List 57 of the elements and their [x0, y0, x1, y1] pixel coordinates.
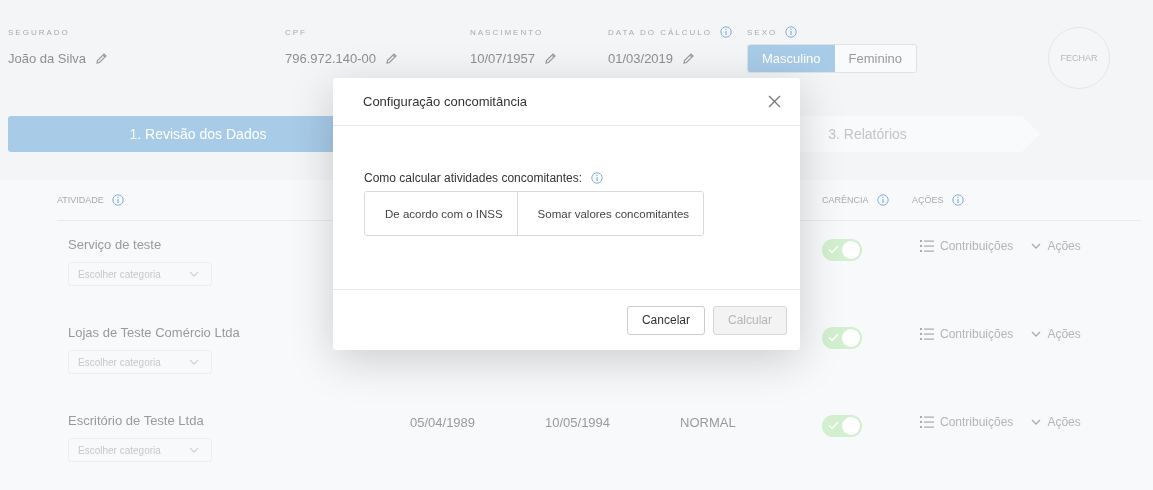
toggle-switch[interactable]	[822, 239, 862, 261]
column-header: AÇÕES	[912, 195, 944, 205]
info-icon	[591, 172, 604, 184]
question-label: Como calcular atividades concomitantes:	[364, 171, 583, 185]
column-header: ATIVIDADE	[57, 195, 104, 205]
field-value: 10/07/1957	[470, 50, 536, 66]
edit-icon[interactable]	[95, 51, 109, 65]
list-icon	[920, 328, 934, 340]
chevron-down-icon	[1031, 242, 1042, 250]
activity-name: Escritório de Teste Ltda	[68, 413, 205, 428]
check-icon	[828, 333, 839, 342]
chevron-down-icon	[189, 270, 199, 278]
table-cell-text: 10/05/1994	[545, 414, 612, 430]
check-icon	[828, 245, 839, 254]
check-icon	[828, 421, 839, 430]
toggle-switch[interactable]	[822, 327, 862, 349]
contributions-link[interactable]: Contribuições	[920, 327, 1014, 341]
contributions-link[interactable]: Contribuições	[920, 239, 1014, 253]
edit-icon[interactable]	[682, 51, 696, 65]
info-icon	[876, 194, 889, 206]
field-label: SEXO	[747, 27, 778, 37]
field-value: 01/03/2019	[608, 50, 674, 66]
field-value: João da Silva	[8, 50, 87, 66]
info-icon	[111, 194, 124, 206]
field-label: CPF	[285, 27, 307, 37]
field-label: SEGURADO	[8, 27, 70, 37]
field-value: 796.972.140-00	[285, 50, 377, 66]
column-header: CARÊNCIA	[822, 195, 869, 205]
chevron-down-icon	[189, 358, 199, 366]
edit-icon[interactable]	[544, 51, 558, 65]
contributions-link[interactable]: Contribuições	[920, 415, 1014, 429]
edit-icon[interactable]	[385, 51, 399, 65]
close-button[interactable]: FECHAR	[1048, 27, 1110, 89]
info-icon	[951, 194, 964, 206]
list-icon	[920, 240, 934, 252]
actions-dropdown[interactable]: Ações	[1031, 327, 1081, 341]
activity-name: Lojas de Teste Comércio Ltda	[68, 325, 241, 340]
dialog-button[interactable]: Cancelar	[626, 305, 705, 335]
chevron-down-icon	[189, 446, 199, 454]
chevron-down-icon	[1031, 418, 1042, 426]
sex-option[interactable]: Feminino	[834, 45, 916, 72]
field-label: DATA DO CÁLCULO	[608, 27, 712, 37]
field-label: NASCIMENTO	[470, 27, 544, 37]
table-cell-text: NORMAL	[680, 414, 737, 430]
close-icon[interactable]	[768, 95, 781, 108]
sex-option[interactable]: Masculino	[748, 45, 835, 72]
dialog-title: Configuração concomitância	[363, 94, 528, 109]
table-cell-text: 05/04/1989	[410, 414, 477, 430]
activity-name: Serviço de teste	[68, 237, 163, 252]
info-icon	[719, 26, 732, 38]
option-button[interactable]: Somar valores concomitantes	[516, 192, 704, 235]
chevron-down-icon	[1031, 330, 1042, 338]
actions-dropdown[interactable]: Ações	[1031, 415, 1081, 429]
info-icon	[785, 26, 798, 38]
toggle-switch[interactable]	[822, 415, 862, 437]
list-icon	[920, 416, 934, 428]
actions-dropdown[interactable]: Ações	[1031, 239, 1081, 253]
